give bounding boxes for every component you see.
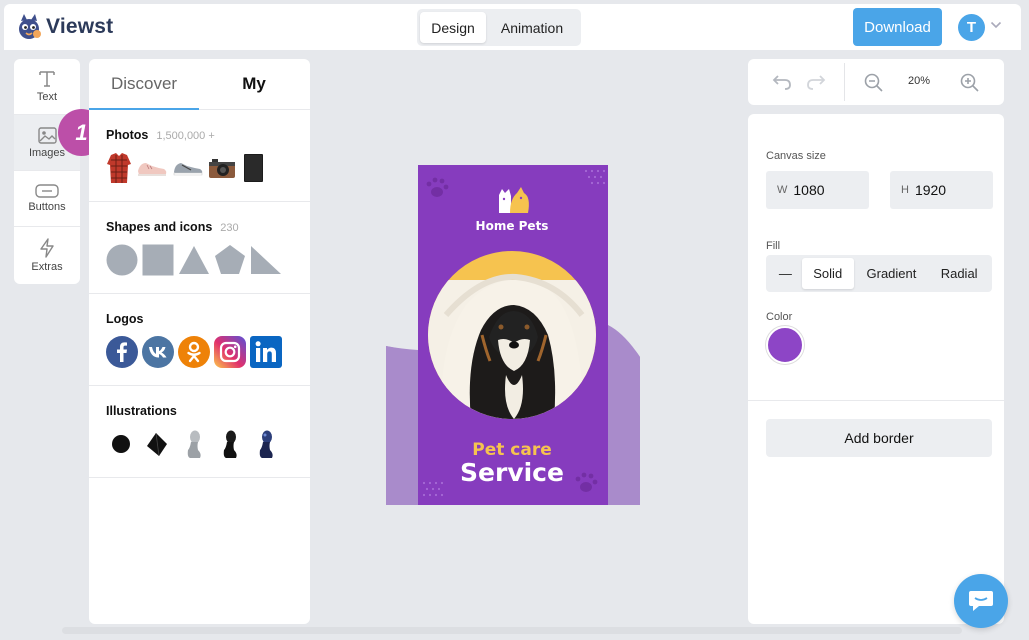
- canvas-headline-big: Service: [460, 458, 564, 487]
- photo-thumb-camera[interactable]: [208, 157, 236, 179]
- brand-logo[interactable]: Viewst: [16, 13, 113, 41]
- vk-icon[interactable]: [142, 336, 174, 368]
- head-black-illustration[interactable]: [214, 428, 246, 460]
- zoom-out-icon[interactable]: [864, 73, 883, 92]
- canvas-size-label: Canvas size: [766, 150, 826, 162]
- sphere-illustration[interactable]: [106, 428, 138, 460]
- history-zoom-toolbar: 20%: [748, 59, 1004, 105]
- linkedin-icon[interactable]: [250, 336, 282, 368]
- section-title: Photos: [106, 128, 149, 142]
- fill-label: Fill: [766, 240, 781, 252]
- instagram-icon[interactable]: [214, 336, 246, 368]
- height-field[interactable]: H 1920: [890, 171, 993, 209]
- tab-design[interactable]: Design: [420, 12, 486, 43]
- fill-gradient-option[interactable]: Gradient: [854, 258, 930, 289]
- rail-item-buttons[interactable]: Buttons: [14, 171, 80, 227]
- top-bar: Viewst Design Animation Download T: [4, 4, 1021, 50]
- properties-panel: Canvas size W 1080 H 1920 Fill — Solid G…: [748, 114, 1004, 624]
- width-field[interactable]: W 1080: [766, 171, 869, 209]
- logos-section[interactable]: Logos: [89, 294, 310, 386]
- chevron-down-icon[interactable]: [990, 21, 1002, 29]
- canvas-headline-small: Pet care: [472, 440, 552, 460]
- section-count: 1,500,000 +: [156, 130, 215, 142]
- width-value: 1080: [793, 182, 825, 198]
- head-gray-illustration[interactable]: [178, 428, 210, 460]
- design-canvas[interactable]: Home Pets Pet care Service: [386, 165, 640, 505]
- section-count: 230: [220, 222, 239, 234]
- undo-icon[interactable]: [772, 74, 792, 90]
- image-icon: [37, 126, 57, 144]
- tab-discover[interactable]: Discover: [89, 59, 199, 110]
- horizontal-scrollbar[interactable]: [62, 627, 962, 634]
- chat-bubble-icon: [969, 591, 993, 611]
- shape-thumbs: [106, 243, 310, 277]
- height-value: 1920: [914, 182, 947, 198]
- triangle-shape[interactable]: [178, 244, 210, 276]
- polyhedron-illustration[interactable]: [142, 428, 174, 460]
- width-prefix: W: [777, 184, 788, 196]
- photo-thumb-jacket[interactable]: [106, 152, 132, 184]
- rail-item-label: Extras: [31, 260, 63, 273]
- rail-item-extras[interactable]: Extras: [14, 227, 80, 283]
- head-navy-illustration[interactable]: [250, 428, 282, 460]
- pentagon-shape[interactable]: [214, 244, 246, 276]
- divider: [748, 400, 1004, 401]
- right-triangle-shape[interactable]: [250, 244, 282, 276]
- assets-tabs: Discover My: [89, 59, 310, 110]
- fill-type-selector: — Solid Gradient Radial: [766, 255, 992, 292]
- section-title: Shapes and icons: [106, 220, 213, 234]
- assets-panel: Discover My Photos 1,500,000 + Shapes an…: [89, 59, 310, 624]
- rail-item-text[interactable]: Text: [14, 59, 80, 115]
- text-icon: [39, 71, 55, 87]
- download-button[interactable]: Download: [853, 8, 942, 46]
- zoom-level: 20%: [908, 75, 931, 87]
- section-title: Logos: [106, 312, 144, 326]
- chat-button[interactable]: [954, 574, 1008, 628]
- canvas-artwork[interactable]: Home Pets Pet care Service: [386, 165, 640, 505]
- photo-thumb-sneaker[interactable]: [136, 157, 168, 179]
- section-title: Illustrations: [106, 404, 177, 418]
- height-prefix: H: [901, 184, 909, 196]
- photo-thumb-notebook[interactable]: [240, 153, 266, 183]
- ok-icon[interactable]: [178, 336, 210, 368]
- photo-thumb-shoe[interactable]: [172, 157, 204, 179]
- viewst-logo-icon: [19, 14, 41, 39]
- lightning-icon: [40, 237, 54, 258]
- rail-item-label: Text: [36, 91, 58, 103]
- photos-section[interactable]: Photos 1,500,000 +: [89, 110, 310, 202]
- color-swatch[interactable]: [766, 326, 804, 364]
- square-shape[interactable]: [142, 244, 174, 276]
- tool-rail: Text Images Buttons Extras: [14, 59, 80, 284]
- canvas-brand-text: Home Pets: [476, 219, 549, 233]
- illustrations-section[interactable]: Illustrations: [89, 386, 310, 478]
- rail-item-label: Buttons: [28, 201, 66, 213]
- fill-none-option[interactable]: —: [769, 258, 802, 289]
- add-border-button[interactable]: Add border: [766, 419, 992, 457]
- zoom-in-icon[interactable]: [960, 73, 979, 92]
- tab-animation[interactable]: Animation: [486, 12, 578, 43]
- fill-radial-option[interactable]: Radial: [929, 258, 989, 289]
- mode-switch: Design Animation: [417, 9, 581, 46]
- logo-thumbs: [106, 335, 310, 369]
- facebook-icon[interactable]: [106, 336, 138, 368]
- illustration-thumbs: [106, 427, 310, 461]
- shapes-section[interactable]: Shapes and icons 230: [89, 202, 310, 294]
- toolbar-divider: [844, 63, 845, 101]
- redo-icon[interactable]: [806, 74, 826, 90]
- fill-solid-option[interactable]: Solid: [801, 258, 854, 289]
- brand-name: Viewst: [46, 15, 114, 38]
- button-icon: [35, 184, 59, 198]
- tab-my[interactable]: My: [199, 59, 309, 109]
- color-label: Color: [766, 311, 793, 323]
- avatar[interactable]: T: [958, 14, 985, 41]
- circle-shape[interactable]: [106, 244, 138, 276]
- rail-item-label: Images: [28, 146, 66, 159]
- photo-thumbs: [106, 151, 310, 185]
